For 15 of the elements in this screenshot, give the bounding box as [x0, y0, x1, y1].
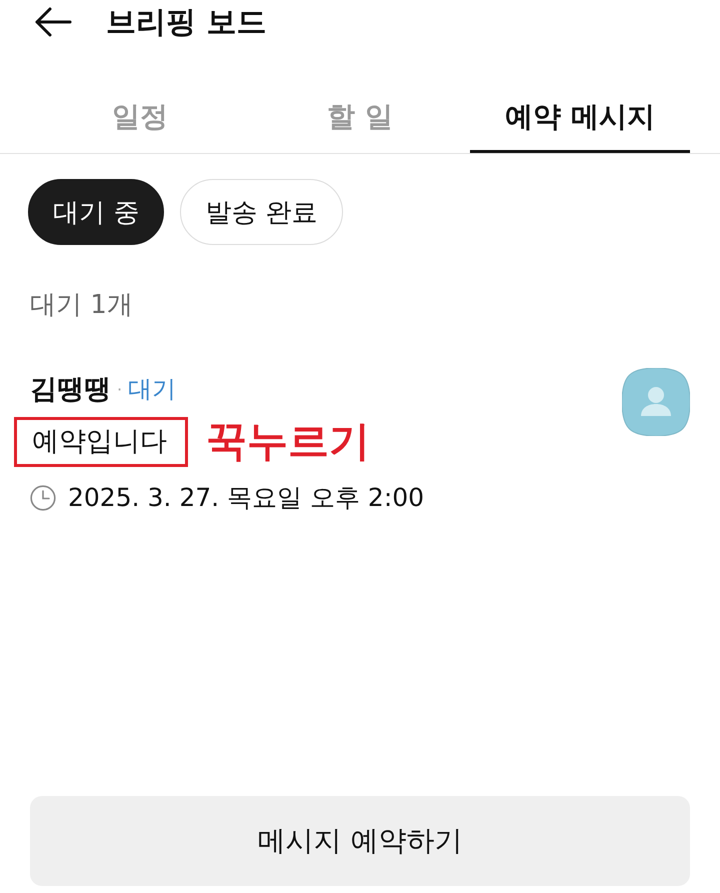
page-title: 브리핑 보드 [106, 4, 266, 42]
separator-dot: · [117, 380, 122, 398]
back-arrow-icon[interactable] [34, 7, 72, 37]
schedule-message-button[interactable]: 메시지 예약하기 [30, 796, 690, 886]
tab[interactable]: 예약 메시지 [470, 91, 690, 153]
filter-chip[interactable]: 대기 중 [28, 179, 164, 245]
clock-icon [30, 484, 56, 510]
annotation-label: 꾹누르기 [206, 416, 370, 467]
scheduled-time: 2025. 3. 27. 목요일 오후 2:00 [68, 482, 424, 514]
message-text[interactable]: 예약입니다 [32, 426, 167, 456]
pending-count: 대기 1개 [30, 289, 133, 322]
recipient-name: 김땡땡 [30, 373, 111, 407]
filter-chip[interactable]: 발송 완료 [180, 179, 343, 245]
status-label: 대기 [128, 374, 176, 405]
avatar-icon [622, 368, 690, 436]
